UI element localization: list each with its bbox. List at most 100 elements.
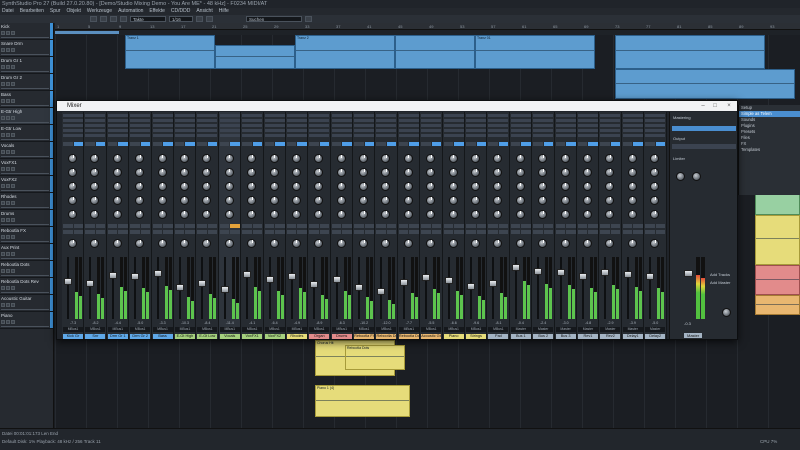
eq-knob[interactable]	[403, 168, 413, 177]
solo-button[interactable]	[319, 224, 330, 228]
pan-knob[interactable]	[314, 239, 324, 248]
track-name[interactable]: Snare Drm	[1, 41, 52, 46]
eq-button[interactable]	[454, 142, 464, 146]
track-name[interactable]: Drums	[1, 211, 52, 216]
channel-strip[interactable]: -4.8 Master Rev1	[576, 112, 600, 339]
phase-button[interactable]	[242, 142, 252, 146]
output-select[interactable]: MBus1	[242, 327, 263, 332]
track-volume-bar[interactable]	[1, 326, 49, 327]
track-header[interactable]: Aux Print	[0, 244, 53, 261]
fx-slot[interactable]	[107, 124, 128, 127]
phase-button[interactable]	[488, 142, 498, 146]
channel-name[interactable]: Drm Gr 1	[107, 334, 128, 339]
output-select[interactable]: Master	[645, 327, 666, 332]
eq-knob[interactable]	[381, 154, 391, 163]
mute-button[interactable]	[219, 224, 230, 228]
mute-button[interactable]	[398, 224, 409, 228]
fx-slot[interactable]	[555, 124, 576, 127]
fx-slot[interactable]	[376, 134, 397, 137]
fx-slot[interactable]	[309, 124, 330, 127]
eq-knob[interactable]	[381, 196, 391, 205]
output-select[interactable]: Master	[555, 327, 576, 332]
fx-slot[interactable]	[242, 129, 263, 132]
fx-slot[interactable]	[219, 124, 240, 127]
solo-button[interactable]	[6, 235, 10, 239]
track-volume-bar[interactable]	[1, 37, 49, 38]
monitor-button[interactable]	[409, 230, 419, 234]
eq-button[interactable]	[319, 142, 330, 146]
eq-knob[interactable]	[202, 182, 212, 191]
solo-button[interactable]	[386, 224, 397, 228]
arm-button[interactable]	[11, 303, 15, 307]
eq-knob[interactable]	[403, 210, 413, 219]
fx-slot[interactable]	[219, 129, 240, 132]
phase-button[interactable]	[85, 142, 95, 146]
fx-slot[interactable]	[309, 114, 330, 117]
eq-knob[interactable]	[247, 182, 257, 191]
eq-knob[interactable]	[515, 210, 525, 219]
eq-button[interactable]	[185, 142, 195, 146]
fx-slot[interactable]	[264, 134, 285, 137]
eq-knob[interactable]	[538, 168, 548, 177]
audio-clip[interactable]: Tranz 01	[475, 35, 595, 69]
eq-knob[interactable]	[560, 182, 570, 191]
channel-name[interactable]: VoxFX1	[242, 334, 263, 339]
arm-button[interactable]	[174, 230, 185, 234]
fx-slot[interactable]	[331, 124, 352, 127]
output-select[interactable]: Master	[600, 327, 621, 332]
volume-fader[interactable]	[399, 279, 408, 286]
eq-knob[interactable]	[179, 210, 189, 219]
eq-button[interactable]	[207, 142, 218, 146]
eq-button[interactable]	[95, 142, 106, 146]
phase-button[interactable]	[152, 142, 163, 146]
arm-button[interactable]	[130, 230, 140, 234]
fx-slot[interactable]	[130, 114, 151, 117]
track-name[interactable]: Rebootla FX	[1, 228, 52, 233]
fx-slot[interactable]	[645, 114, 666, 117]
output-select[interactable]: MBus1	[488, 327, 509, 332]
master-pan-knob[interactable]	[692, 172, 701, 181]
mute-button[interactable]	[1, 48, 5, 52]
fx-slot[interactable]	[85, 114, 106, 117]
fx-slot[interactable]	[264, 114, 285, 117]
output-select[interactable]: MBus1	[354, 327, 375, 332]
eq-knob[interactable]	[224, 210, 234, 219]
fx-slot[interactable]	[622, 129, 643, 132]
mute-button[interactable]	[1, 320, 5, 324]
volume-fader[interactable]	[578, 273, 587, 280]
mute-button[interactable]	[1, 235, 5, 239]
channel-name[interactable]: Delay2	[645, 334, 666, 339]
eq-knob[interactable]	[135, 210, 145, 219]
eq-knob[interactable]	[582, 210, 592, 219]
solo-button[interactable]	[431, 224, 442, 228]
eq-knob[interactable]	[112, 196, 122, 205]
eq-knob[interactable]	[515, 168, 525, 177]
solo-button[interactable]	[6, 133, 10, 137]
track-header[interactable]: Drum Gr 2	[0, 74, 53, 91]
eq-knob[interactable]	[224, 154, 234, 163]
mute-button[interactable]	[1, 252, 5, 256]
volume-fader[interactable]	[198, 280, 207, 287]
phase-button[interactable]	[398, 142, 409, 146]
output-select[interactable]: Master	[510, 327, 531, 332]
eq-knob[interactable]	[179, 182, 189, 191]
channel-name[interactable]: Bass	[152, 334, 173, 339]
solo-button[interactable]	[207, 224, 218, 228]
fx-slot[interactable]	[174, 114, 195, 117]
fx-slot[interactable]	[63, 124, 83, 127]
track-volume-bar[interactable]	[1, 309, 49, 310]
phase-button[interactable]	[510, 142, 521, 146]
fx-slot[interactable]	[130, 129, 151, 132]
fx-slot[interactable]	[130, 134, 151, 137]
eq-knob[interactable]	[493, 154, 503, 163]
volume-fader[interactable]	[287, 273, 296, 280]
solo-button[interactable]	[6, 201, 10, 205]
mute-button[interactable]	[197, 224, 207, 228]
pan-knob[interactable]	[471, 239, 481, 248]
output-select[interactable]: MBus1	[398, 327, 419, 332]
monitor-button[interactable]	[498, 230, 509, 234]
arm-button[interactable]	[533, 230, 543, 234]
track-name[interactable]: Acoustic Guitar	[1, 296, 52, 301]
fx-slot[interactable]	[533, 129, 554, 132]
fx-slot[interactable]	[197, 124, 218, 127]
